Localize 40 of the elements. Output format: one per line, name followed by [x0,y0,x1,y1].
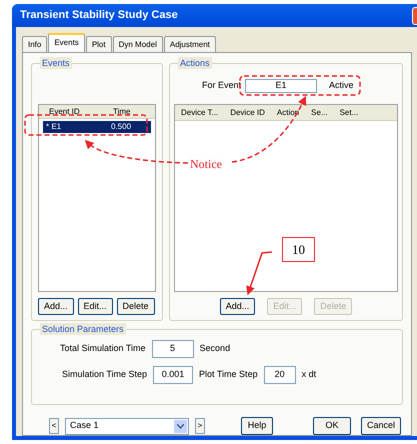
ok-button[interactable]: OK [313,417,351,435]
tab[interactable]: Info [22,36,48,52]
input-field[interactable]: E1 [245,79,318,93]
dialog-button[interactable]: Edit... [78,298,113,315]
callout-arrow [246,251,272,296]
event-row[interactable]: * E1 0.500 [43,121,151,133]
status-label: Active [329,79,354,92]
column-header[interactable]: Set... [340,106,358,118]
dialog-button[interactable]: Delete [116,298,155,315]
group-title: Events [40,57,72,69]
column-header[interactable]: Se... [311,106,328,118]
field-label: For Event [202,79,242,92]
dialog-button[interactable]: Add... [220,298,256,315]
column-header[interactable]: Device ID [230,106,265,118]
field-label: Simulation Time Step [62,368,148,382]
input-field[interactable]: 0.001 [153,366,194,384]
tab[interactable]: Dyn Model [112,36,163,52]
case-dropdown[interactable]: Case 1 [65,418,189,434]
previous-button[interactable]: < [49,418,59,434]
input-field[interactable]: 20 [264,366,296,384]
dialog-button[interactable]: Add... [38,298,74,315]
tab[interactable]: Events [48,33,85,52]
column-header[interactable]: Event ID [39,106,105,118]
input-field[interactable]: 5 [152,340,194,358]
cancel-button[interactable]: Cancel [361,417,401,435]
column-header[interactable]: Action [276,106,300,118]
window-title: Transient Stability Study Case [20,8,178,24]
field-label: Plot Time Step [199,368,258,382]
callout-label: 10 [282,237,315,262]
column-header[interactable]: Time [105,106,130,118]
help-button[interactable]: Help [241,417,273,435]
next-button[interactable]: > [195,418,205,434]
tab[interactable]: Plot [86,36,112,52]
field-label: Total Simulation Time [60,342,146,356]
unit-label: Second [200,342,230,356]
column-header[interactable]: Device T... [181,106,218,118]
group-title: Solution Parameters [40,323,126,335]
group-title: Actions [178,57,212,69]
unit-label: x dt [302,368,316,382]
tab[interactable]: Adjustment [164,36,216,52]
